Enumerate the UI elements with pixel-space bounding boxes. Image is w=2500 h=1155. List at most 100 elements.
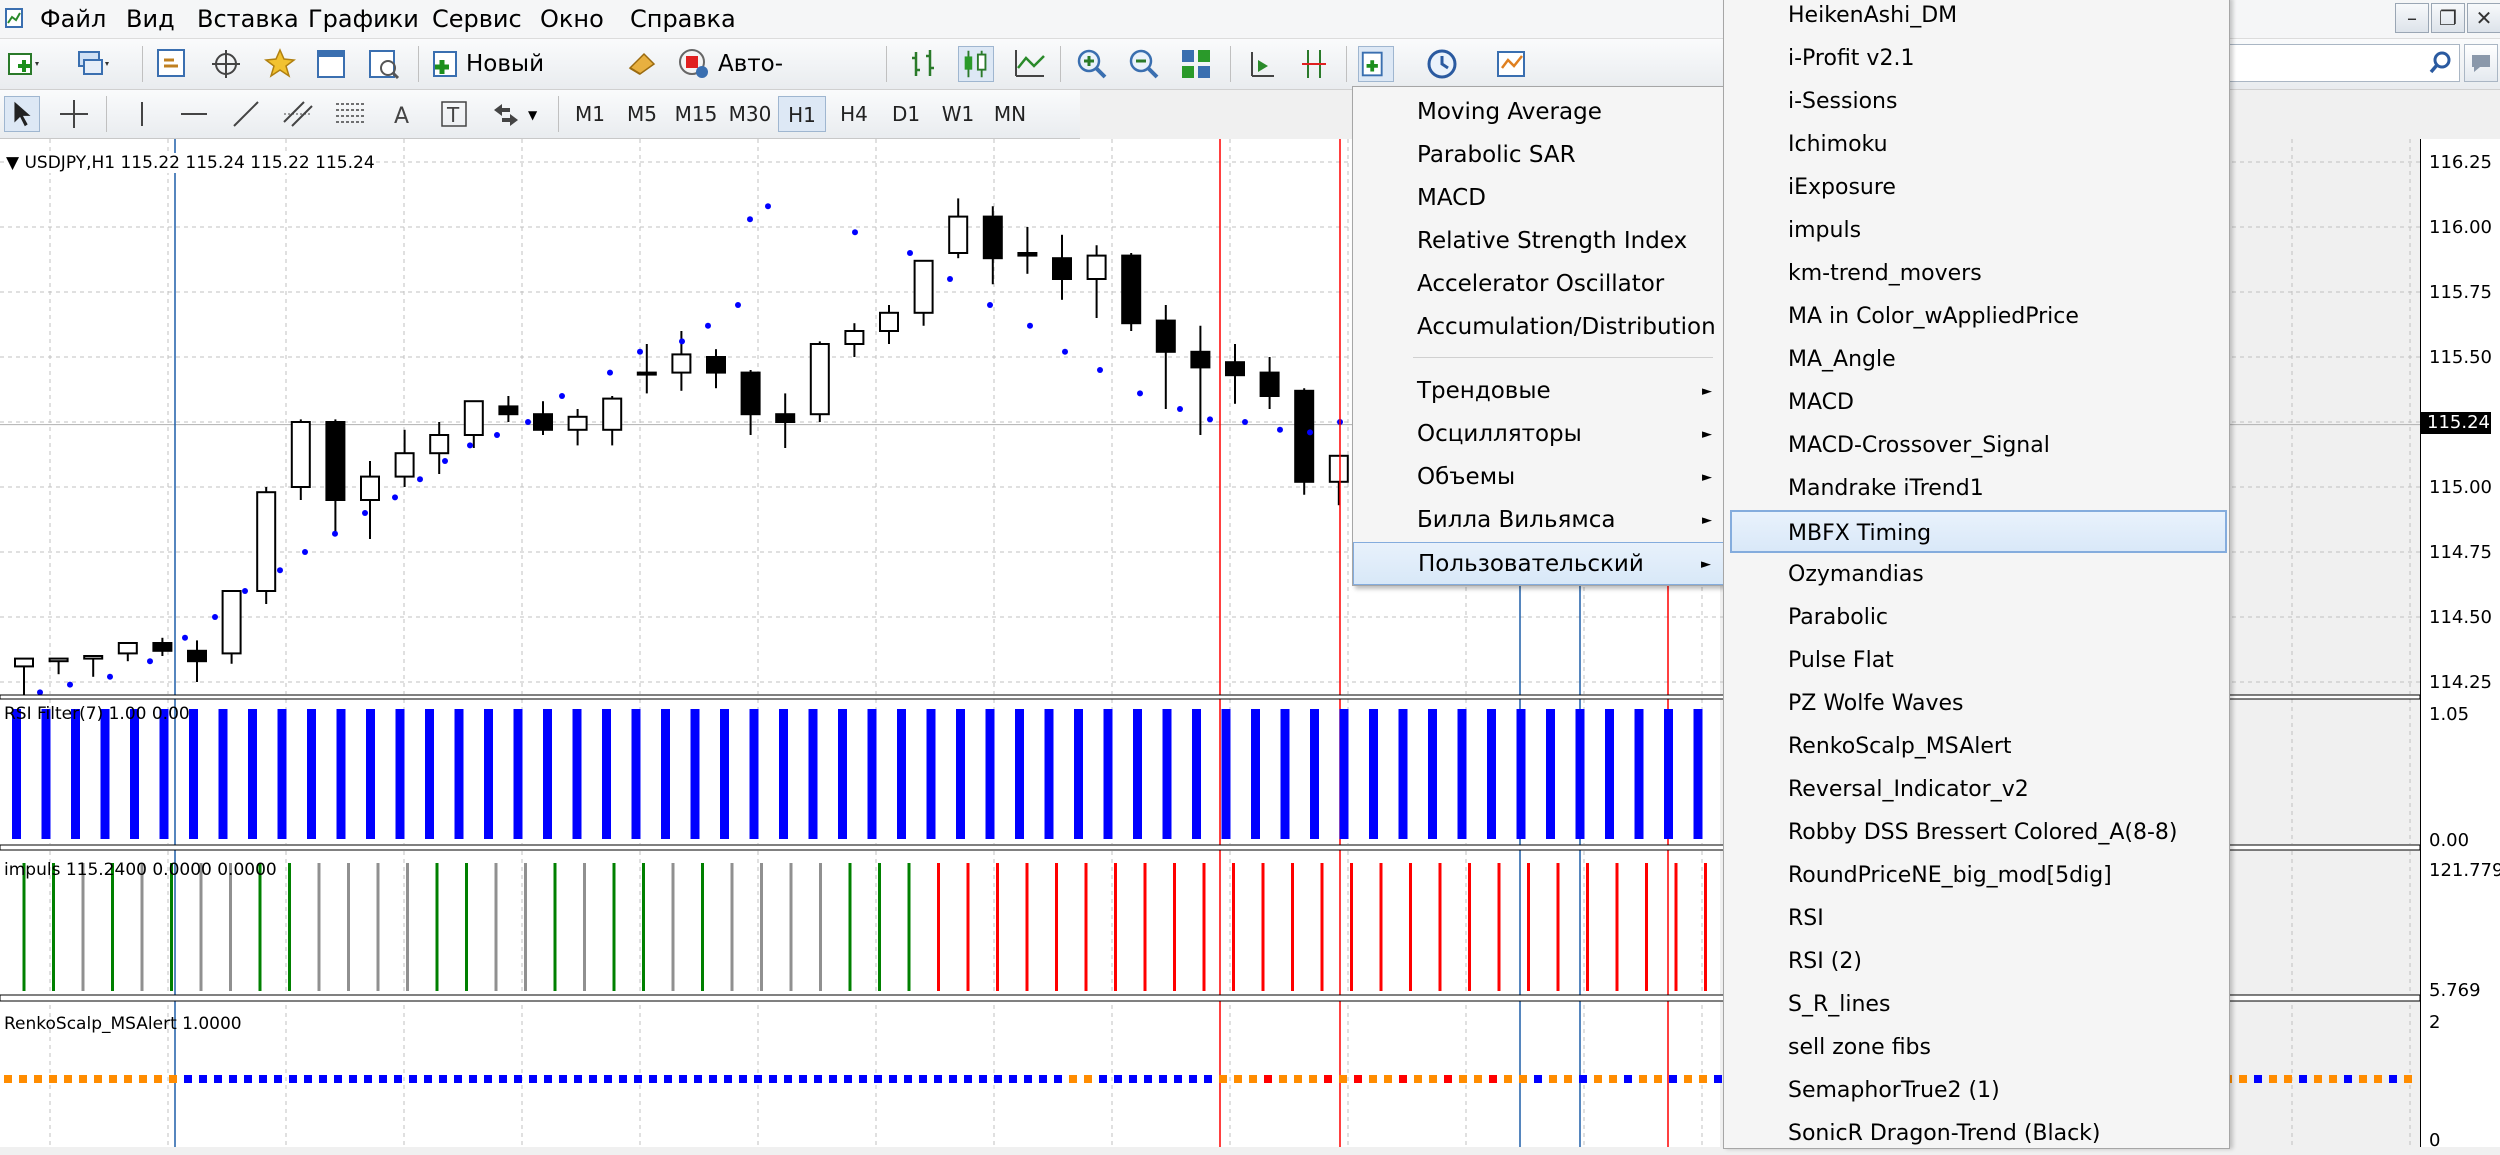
timeframe-m15[interactable]: M15: [670, 96, 722, 132]
indicator-submenu-item[interactable]: Осцилляторы ►: [1353, 413, 1724, 456]
custom-indicator-item[interactable]: Reversal_Indicator_v2: [1724, 768, 2229, 811]
terminal-icon[interactable]: [314, 46, 350, 82]
custom-indicator-item[interactable]: Ichimoku: [1724, 123, 2229, 166]
timeframe-w1[interactable]: W1: [934, 96, 982, 132]
menu-item-4[interactable]: Графики: [308, 0, 419, 38]
new-chart-icon[interactable]: [6, 46, 42, 82]
chart-shift-icon[interactable]: [1296, 46, 1332, 82]
zoom-out-icon[interactable]: [1126, 46, 1162, 82]
custom-indicator-item[interactable]: RSI (2): [1724, 940, 2229, 983]
custom-indicator-item[interactable]: MBFX Timing: [1730, 510, 2227, 553]
indicator-submenu-item[interactable]: Объемы ►: [1353, 456, 1724, 499]
timeframe-h1[interactable]: H1: [778, 96, 826, 132]
community-button[interactable]: [2464, 44, 2498, 82]
search-input[interactable]: [2225, 44, 2460, 82]
custom-indicator-item[interactable]: S_R_lines: [1724, 983, 2229, 1026]
close-button[interactable]: ✕: [2467, 3, 2500, 33]
market-watch-icon[interactable]: [154, 46, 190, 82]
equidistant-channel-icon[interactable]: [280, 96, 316, 132]
indicator-menu-item[interactable]: Moving Average: [1353, 91, 1724, 134]
renko-signal-dot: [229, 1075, 237, 1083]
indicator-menu-item[interactable]: Parabolic SAR: [1353, 134, 1724, 177]
custom-indicator-label: Reversal_Indicator_v2: [1788, 777, 2029, 802]
renko-signal-dot: [94, 1075, 102, 1083]
custom-indicator-item[interactable]: MA in Color_wAppliedPrice: [1724, 295, 2229, 338]
periods-clock-icon[interactable]: [1424, 46, 1460, 82]
renko-signal-dot: [694, 1075, 702, 1083]
zoom-in-icon[interactable]: [1074, 46, 1110, 82]
timeframe-m1[interactable]: M1: [566, 96, 614, 132]
restore-button[interactable]: ❐: [2431, 3, 2465, 33]
custom-indicator-item[interactable]: RSI: [1724, 897, 2229, 940]
indicator-menu-item[interactable]: Relative Strength Index: [1353, 220, 1724, 263]
metaeditor-icon[interactable]: [624, 46, 660, 82]
navigator-icon[interactable]: [208, 46, 244, 82]
custom-indicator-item[interactable]: Parabolic: [1724, 596, 2229, 639]
tile-windows-icon[interactable]: [1178, 46, 1214, 82]
bar-chart-icon[interactable]: [906, 46, 942, 82]
custom-indicator-item[interactable]: RenkoScalp_MSAlert: [1724, 725, 2229, 768]
timeframe-mn[interactable]: MN: [986, 96, 1034, 132]
indicator-menu-item[interactable]: MACD: [1353, 177, 1724, 220]
renko-signal-dot: [379, 1075, 387, 1083]
custom-indicator-item[interactable]: iExposure: [1724, 166, 2229, 209]
indicator-submenu-item[interactable]: Билла Вильямса ►: [1353, 499, 1724, 542]
arrows-icon[interactable]: [488, 96, 524, 132]
custom-indicator-item[interactable]: MACD: [1724, 381, 2229, 424]
indicators-list-icon[interactable]: [1358, 46, 1394, 82]
menu-item-3[interactable]: Вставка: [197, 0, 299, 38]
custom-indicator-item[interactable]: Mandrake iTrend1: [1724, 467, 2229, 510]
timeframe-d1[interactable]: D1: [882, 96, 930, 132]
vertical-line-icon[interactable]: [124, 96, 160, 132]
indicator-submenu-item[interactable]: Пользовательский ►: [1353, 542, 1724, 585]
timeframe-h4[interactable]: H4: [830, 96, 878, 132]
menu-item-2[interactable]: Вид: [126, 0, 175, 38]
cursor-icon[interactable]: [4, 96, 40, 132]
text-icon[interactable]: A: [384, 96, 420, 132]
custom-indicator-item[interactable]: MA_Angle: [1724, 338, 2229, 381]
menu-item-5[interactable]: Сервис: [432, 0, 522, 38]
horizontal-line-icon[interactable]: [176, 96, 212, 132]
parabolic-sar-dot: [1137, 390, 1143, 397]
menu-item-7[interactable]: Справка: [630, 0, 736, 38]
autoscroll-icon[interactable]: [1244, 46, 1280, 82]
custom-indicator-item[interactable]: i-Profit v2.1: [1724, 37, 2229, 80]
custom-indicator-item[interactable]: i-Sessions: [1724, 80, 2229, 123]
custom-indicator-item[interactable]: km-trend_movers: [1724, 252, 2229, 295]
line-chart-icon[interactable]: [1012, 46, 1048, 82]
custom-indicator-item[interactable]: RoundPriceNE_big_mod[5dig]: [1724, 854, 2229, 897]
search-icon[interactable]: [2428, 50, 2454, 76]
indicator-menu-item[interactable]: Accelerator Oscillator: [1353, 263, 1724, 306]
favorites-icon[interactable]: [262, 46, 298, 82]
menu-item-6[interactable]: Окно: [540, 0, 604, 38]
candlestick-chart-icon[interactable]: [958, 46, 994, 82]
crosshair-icon[interactable]: [56, 96, 92, 132]
custom-indicator-item[interactable]: SemaphorTrue2 (1): [1724, 1069, 2229, 1112]
indicator-menu-item[interactable]: Accumulation/Distribution: [1353, 306, 1724, 349]
fibonacci-icon[interactable]: [332, 96, 368, 132]
custom-indicator-item[interactable]: sell zone fibs: [1724, 1026, 2229, 1069]
custom-indicator-item[interactable]: impuls: [1724, 209, 2229, 252]
custom-indicator-item[interactable]: SonicR Dragon-Trend (Black): [1724, 1112, 2229, 1155]
text-label-icon[interactable]: T: [436, 96, 472, 132]
custom-indicator-item[interactable]: MACD-Crossover_Signal: [1724, 424, 2229, 467]
timeframe-m5[interactable]: M5: [618, 96, 666, 132]
templates-icon[interactable]: [1494, 46, 1530, 82]
custom-indicator-item[interactable]: HeikenAshi_DM: [1724, 0, 2229, 37]
trendline-icon[interactable]: [228, 96, 264, 132]
timeframe-m30[interactable]: M30: [724, 96, 776, 132]
indicator-submenu-item[interactable]: Трендовые ►: [1353, 370, 1724, 413]
profiles-icon[interactable]: [76, 46, 112, 82]
chevron-down-icon[interactable]: ▼: [528, 108, 537, 122]
custom-indicator-item[interactable]: Robby DSS Bressert Colored_A(8-8): [1724, 811, 2229, 854]
custom-indicator-item[interactable]: Ozymandias: [1724, 553, 2229, 596]
renko-signal-dot: [724, 1075, 732, 1083]
chevron-right-icon: ►: [1702, 427, 1712, 442]
auto-trading-button[interactable]: Авто-торговля: [676, 46, 876, 113]
new-order-button[interactable]: Новый ордер: [428, 46, 610, 113]
minimize-button[interactable]: –: [2395, 3, 2429, 33]
strategy-tester-icon[interactable]: [366, 46, 402, 82]
menu-item-1[interactable]: Файл: [40, 0, 106, 38]
custom-indicator-item[interactable]: Pulse Flat: [1724, 639, 2229, 682]
custom-indicator-item[interactable]: PZ Wolfe Waves: [1724, 682, 2229, 725]
